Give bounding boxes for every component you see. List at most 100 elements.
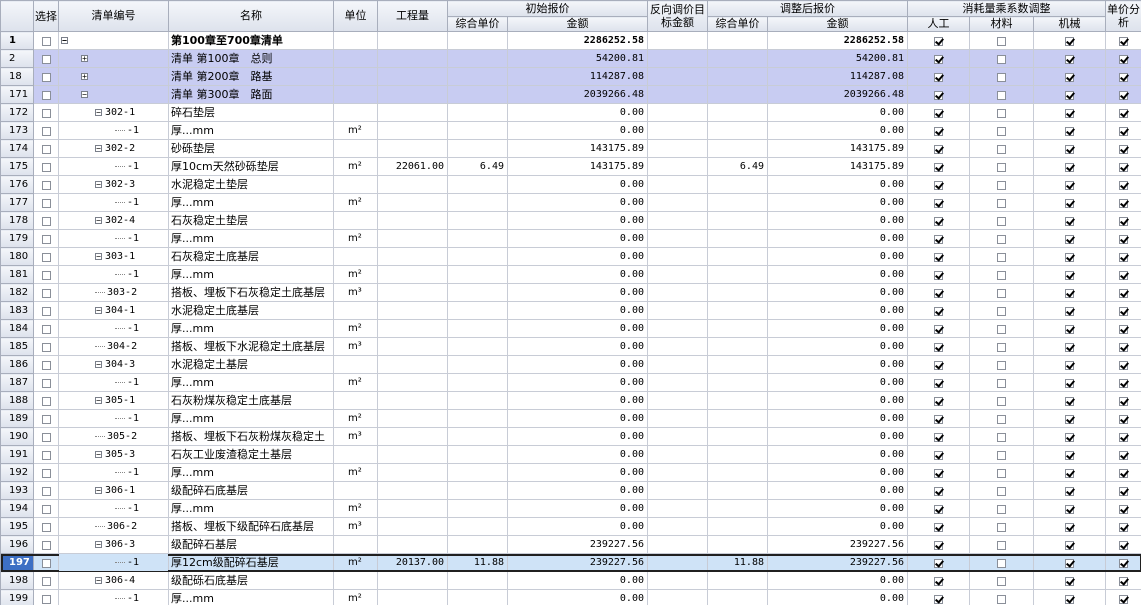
checkbox-icon[interactable] <box>41 324 51 334</box>
adjusted-amount-cell[interactable]: 0.00 <box>767 265 908 284</box>
machine-checkbox-cell[interactable] <box>1032 427 1107 446</box>
analysis-checkbox-cell[interactable] <box>1105 229 1141 248</box>
initial-amount-cell[interactable]: 0.00 <box>507 589 648 605</box>
table-row[interactable]: 188−305-1 石灰粉煤灰稳定土底基层 0.00 0.00 <box>0 391 1141 410</box>
unit-cell[interactable]: m² <box>333 319 378 338</box>
name-cell[interactable]: 厚...mm <box>168 319 334 338</box>
unit-cell[interactable] <box>333 49 378 68</box>
checkbox-icon[interactable] <box>997 486 1006 496</box>
name-cell[interactable]: 厚...mm <box>168 229 334 248</box>
machine-checkbox-cell[interactable] <box>1032 355 1107 374</box>
initial-amount-cell[interactable]: 143175.89 <box>507 157 648 176</box>
checkbox-icon[interactable] <box>997 324 1006 334</box>
reverse-adjust-cell[interactable] <box>647 445 708 464</box>
quantity-cell[interactable] <box>377 301 448 320</box>
analysis-checkbox-cell[interactable] <box>1105 409 1141 428</box>
labor-checkbox-cell[interactable] <box>907 193 970 212</box>
checkbox-icon[interactable] <box>997 90 1006 100</box>
name-cell[interactable]: 搭板、埋板下石灰稳定土底基层 <box>168 283 334 302</box>
analysis-checkbox-cell[interactable] <box>1105 31 1141 50</box>
table-row[interactable]: 191−305-3 石灰工业废渣稳定土基层 0.00 0.00 <box>0 445 1141 464</box>
code-cell[interactable]: −302-1 <box>58 103 169 122</box>
checkbox-icon[interactable] <box>1065 252 1074 262</box>
analysis-checkbox-cell[interactable] <box>1105 49 1141 68</box>
machine-checkbox-cell[interactable] <box>1032 67 1107 86</box>
material-checkbox-cell[interactable] <box>969 463 1034 482</box>
table-row[interactable]: 199 -1 厚...mm m² 0.00 0.00 <box>0 589 1141 605</box>
initial-amount-cell[interactable]: 0.00 <box>507 103 648 122</box>
initial-amount-cell[interactable]: 2286252.58 <box>507 31 648 50</box>
quantity-cell[interactable]: 22061.00 <box>377 157 448 176</box>
machine-checkbox-cell[interactable] <box>1032 247 1107 266</box>
checkbox-icon[interactable] <box>997 414 1006 424</box>
analysis-checkbox-cell[interactable] <box>1105 427 1141 446</box>
adjusted-unit-price-cell[interactable] <box>707 31 768 50</box>
select-cell[interactable] <box>33 571 59 590</box>
name-cell[interactable]: 级配碎石底基层 <box>168 481 334 500</box>
analysis-checkbox-cell[interactable] <box>1105 589 1141 605</box>
checkbox-icon[interactable] <box>997 522 1006 532</box>
table-row[interactable]: 192 -1 厚...mm m² 0.00 0.00 <box>0 463 1141 482</box>
adjusted-amount-cell[interactable]: 0.00 <box>767 499 908 518</box>
checkbox-icon[interactable] <box>1119 342 1129 352</box>
name-cell[interactable]: 级配砾石底基层 <box>168 571 334 590</box>
unit-cell[interactable] <box>333 301 378 320</box>
machine-checkbox-cell[interactable] <box>1032 31 1107 50</box>
machine-checkbox-cell[interactable] <box>1032 157 1107 176</box>
reverse-adjust-cell[interactable] <box>647 409 708 428</box>
table-row[interactable]: 190 305-2 搭板、埋板下石灰粉煤灰稳定土 m³ 0.00 0.00 <box>0 427 1141 446</box>
table-row[interactable]: 198−306-4 级配砾石底基层 0.00 0.00 <box>0 571 1141 590</box>
checkbox-icon[interactable] <box>41 72 51 82</box>
quantity-cell[interactable] <box>377 247 448 266</box>
table-row[interactable]: 194 -1 厚...mm m² 0.00 0.00 <box>0 499 1141 518</box>
checkbox-icon[interactable] <box>997 234 1006 244</box>
initial-amount-cell[interactable]: 0.00 <box>507 229 648 248</box>
adjusted-unit-price-cell[interactable] <box>707 589 768 605</box>
checkbox-icon[interactable] <box>1119 216 1129 226</box>
adjusted-unit-price-cell[interactable]: 6.49 <box>707 157 768 176</box>
checkbox-icon[interactable] <box>41 342 51 352</box>
initial-unit-price-cell[interactable] <box>447 229 508 248</box>
quantity-cell[interactable] <box>377 517 448 536</box>
adjusted-amount-cell[interactable]: 0.00 <box>767 481 908 500</box>
unit-cell[interactable]: m² <box>333 229 378 248</box>
select-cell[interactable] <box>33 229 59 248</box>
checkbox-icon[interactable] <box>1065 72 1074 82</box>
quantity-cell[interactable] <box>377 31 448 50</box>
code-cell[interactable]: −306-1 <box>58 481 169 500</box>
checkbox-icon[interactable] <box>1065 594 1074 604</box>
name-cell[interactable]: 石灰稳定土底基层 <box>168 247 334 266</box>
name-cell[interactable]: 石灰稳定土垫层 <box>168 211 334 230</box>
quantity-cell[interactable] <box>377 283 448 302</box>
checkbox-icon[interactable] <box>997 576 1006 586</box>
header-select[interactable]: 选择 <box>33 0 59 32</box>
adjusted-unit-price-cell[interactable] <box>707 445 768 464</box>
material-checkbox-cell[interactable] <box>969 571 1034 590</box>
quantity-cell[interactable] <box>377 229 448 248</box>
material-checkbox-cell[interactable] <box>969 175 1034 194</box>
checkbox-icon[interactable] <box>1119 252 1129 262</box>
initial-unit-price-cell[interactable] <box>447 283 508 302</box>
analysis-checkbox-cell[interactable] <box>1105 463 1141 482</box>
adjusted-amount-cell[interactable]: 0.00 <box>767 229 908 248</box>
initial-unit-price-cell[interactable] <box>447 175 508 194</box>
quantity-cell[interactable] <box>377 85 448 104</box>
checkbox-icon[interactable] <box>1119 270 1129 280</box>
initial-unit-price-cell[interactable] <box>447 445 508 464</box>
machine-checkbox-cell[interactable] <box>1032 481 1107 500</box>
code-cell[interactable]: -1 <box>58 265 169 284</box>
unit-cell[interactable]: m² <box>333 589 378 605</box>
checkbox-icon[interactable] <box>934 504 943 514</box>
checkbox-icon[interactable] <box>41 162 51 172</box>
header-name[interactable]: 名称 <box>168 0 334 32</box>
initial-amount-cell[interactable]: 0.00 <box>507 517 648 536</box>
code-cell[interactable]: −306-4 <box>58 571 169 590</box>
checkbox-icon[interactable] <box>1065 414 1074 424</box>
unit-cell[interactable]: m² <box>333 553 378 572</box>
adjusted-unit-price-cell[interactable] <box>707 355 768 374</box>
reverse-adjust-cell[interactable] <box>647 517 708 536</box>
quantity-cell[interactable] <box>377 463 448 482</box>
material-checkbox-cell[interactable] <box>969 229 1034 248</box>
select-cell[interactable] <box>33 85 59 104</box>
machine-checkbox-cell[interactable] <box>1032 265 1107 284</box>
